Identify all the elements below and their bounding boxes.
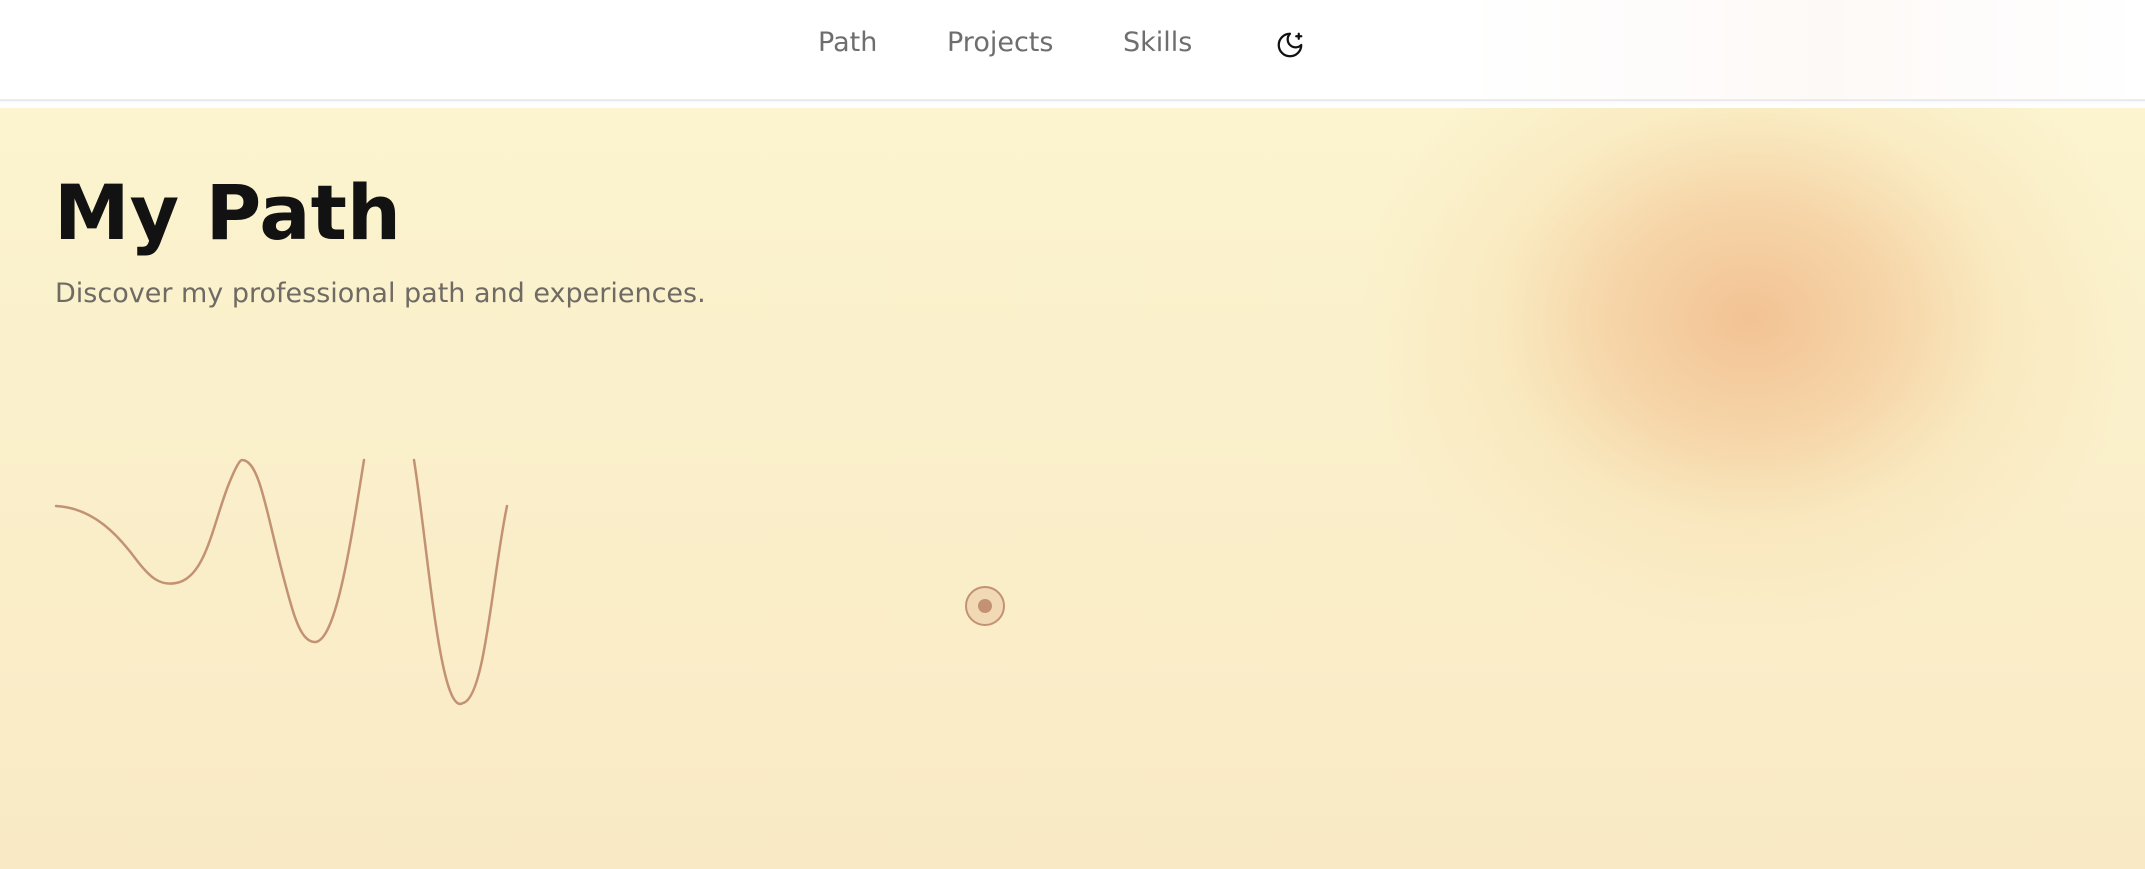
top-navigation-bar: Path Projects Skills bbox=[0, 0, 2145, 105]
theme-toggle-button[interactable] bbox=[1275, 30, 1305, 60]
moon-sparkle-icon bbox=[1277, 32, 1303, 58]
timeline-marker-dot bbox=[978, 599, 992, 613]
nav-link-path[interactable]: Path bbox=[818, 24, 877, 62]
career-path-line bbox=[54, 458, 509, 706]
hero-section: My Path Discover my professional path an… bbox=[0, 108, 2145, 869]
nav-link-skills[interactable]: Skills bbox=[1123, 24, 1192, 62]
timeline-marker-icon[interactable] bbox=[965, 586, 1005, 626]
career-path-curve bbox=[54, 458, 509, 706]
nav-link-projects[interactable]: Projects bbox=[947, 24, 1053, 62]
